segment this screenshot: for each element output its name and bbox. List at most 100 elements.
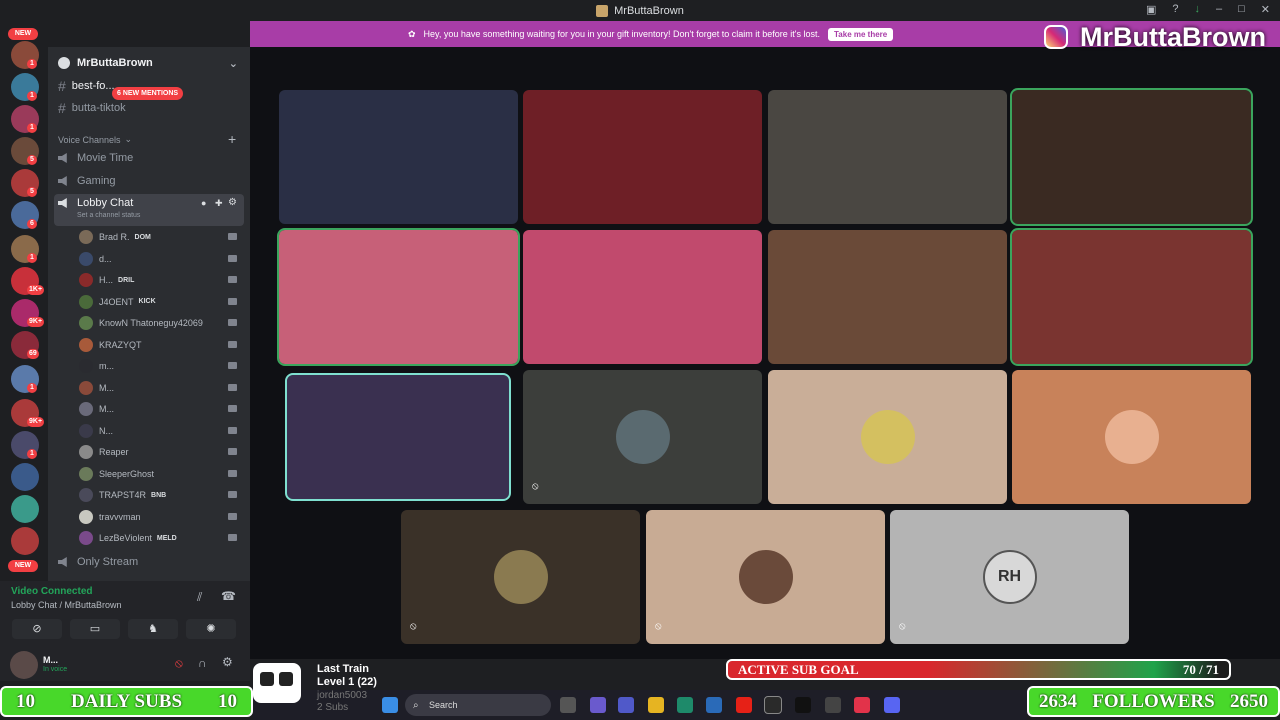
settings-gear-icon[interactable]: ⚙	[222, 655, 233, 669]
voice-member[interactable]: Reaper	[79, 442, 241, 462]
noise-suppression-icon[interactable]: ⫽	[197, 590, 202, 605]
server-badge: 1K+	[27, 285, 45, 295]
screen-share-button[interactable]: ▭	[70, 619, 120, 639]
app-icon	[596, 4, 609, 17]
member-name: M...	[99, 382, 114, 393]
voice-member[interactable]: SleeperGhost	[79, 464, 241, 484]
channel-best[interactable]: # best-fo...	[58, 78, 115, 94]
voice-member[interactable]: d...	[79, 249, 241, 269]
video-tile[interactable]	[277, 228, 520, 366]
gear-icon[interactable]: ⚙	[228, 197, 237, 208]
train-title: Last Train	[317, 663, 369, 675]
video-tile[interactable]	[523, 90, 762, 224]
video-tile[interactable]	[1010, 228, 1253, 366]
task-view-icon[interactable]	[560, 697, 576, 713]
minimize-button[interactable]: –	[1216, 3, 1222, 16]
taskbar-search[interactable]: ⌕ Search	[405, 694, 551, 716]
maximize-button[interactable]: □	[1238, 3, 1245, 16]
video-tile[interactable]	[1012, 370, 1251, 504]
app-icon-red[interactable]	[854, 697, 870, 713]
new-pill[interactable]: NEW	[8, 560, 38, 572]
voice-channel-gaming[interactable]: Gaming	[58, 175, 116, 187]
member-name: m...	[99, 361, 114, 371]
voice-member[interactable]: KnowN Thatoneguy42069	[79, 313, 241, 333]
video-tile[interactable]: RH ⦸	[890, 510, 1129, 644]
video-tile[interactable]	[523, 230, 762, 364]
video-tile[interactable]: ⦸	[401, 510, 640, 644]
server-icon[interactable]	[11, 527, 39, 555]
sub-goal-label: ACTIVE SUB GOAL	[738, 661, 859, 677]
voice-member[interactable]: H... DRIL	[79, 270, 241, 290]
close-button[interactable]: ✕	[1261, 3, 1270, 16]
copilot-icon[interactable]	[590, 697, 606, 713]
camera-icon	[228, 448, 237, 455]
avatar	[79, 488, 93, 502]
voice-member[interactable]: Brad R. DOM	[79, 227, 241, 247]
youtube-icon[interactable]	[736, 697, 752, 713]
voice-channel-lobby-chat[interactable]: Lobby Chat	[58, 197, 133, 209]
video-tile[interactable]	[768, 230, 1007, 364]
video-tile[interactable]	[768, 90, 1007, 224]
channel-butta-tiktok[interactable]: # butta-tiktok	[58, 100, 126, 116]
server-name: MrButtaBrown	[77, 57, 153, 69]
member-name: KRAZYQT	[99, 339, 142, 350]
server-icon[interactable]	[11, 463, 39, 491]
chat-icon[interactable]: ●	[201, 198, 206, 208]
voice-channel-only-stream[interactable]: Only Stream	[58, 556, 138, 568]
store-icon[interactable]	[706, 697, 722, 713]
voice-member[interactable]: TRAPST4R BNB	[79, 485, 241, 505]
download-icon[interactable]: ↓	[1195, 3, 1201, 16]
server-header[interactable]: MrButtaBrown ⌄	[48, 47, 250, 79]
help-icon[interactable]: ?	[1172, 3, 1178, 16]
camera-off-button[interactable]: ⊘	[12, 619, 62, 639]
mic-muted-icon[interactable]: ⦸	[175, 656, 183, 671]
server-badge: 69	[27, 349, 39, 359]
soundboard-button[interactable]: ✺	[186, 619, 236, 639]
inbox-icon[interactable]: ▣	[1146, 3, 1156, 16]
server-badge: 9K+	[27, 317, 45, 327]
member-name: SleeperGhost	[99, 468, 155, 479]
edge-icon[interactable]	[677, 697, 693, 713]
voice-member[interactable]: N...	[79, 421, 241, 441]
voice-member[interactable]: J4OENT KICK	[79, 292, 241, 312]
new-pill[interactable]: NEW	[8, 28, 38, 40]
voice-member[interactable]: travvvman	[79, 507, 241, 527]
video-tile[interactable]	[768, 370, 1007, 504]
member-name: KnowN Thatoneguy42069	[99, 318, 203, 328]
teams-icon[interactable]	[618, 697, 634, 713]
activity-button[interactable]: ♞	[128, 619, 178, 639]
file-explorer-icon[interactable]	[648, 697, 664, 713]
terminal-icon[interactable]	[764, 696, 782, 714]
camera-icon	[228, 405, 237, 412]
voice-channel-movie-time[interactable]: Movie Time	[58, 152, 133, 164]
voice-location[interactable]: Lobby Chat / MrButtaBrown	[11, 600, 122, 610]
discord-icon[interactable]	[884, 697, 900, 713]
channel-status[interactable]: Set a channel status	[77, 212, 140, 219]
new-mentions-pill[interactable]: 6 NEW MENTIONS	[112, 87, 184, 100]
video-tile[interactable]	[279, 90, 518, 224]
chevron-down-icon[interactable]: ⌄	[229, 57, 238, 70]
voice-member[interactable]: M...	[79, 378, 241, 398]
video-tile[interactable]	[285, 373, 511, 501]
invite-icon[interactable]: ✚	[215, 198, 223, 209]
tiktok-icon[interactable]	[795, 697, 811, 713]
voice-member[interactable]: M...	[79, 399, 241, 419]
video-tile[interactable]	[1010, 88, 1253, 226]
avatar[interactable]	[10, 651, 38, 679]
server-icon[interactable]	[11, 495, 39, 523]
voice-member[interactable]: KRAZYQT	[79, 335, 241, 355]
member-name: Reaper	[99, 447, 129, 457]
voice-member[interactable]: LezBeViolent MELD	[79, 528, 241, 548]
video-tile[interactable]: ⦸	[523, 370, 762, 504]
daily-subs-counter: 10 DAILY SUBS 10	[0, 686, 253, 717]
take-me-there-button[interactable]: Take me there	[828, 27, 894, 41]
add-channel-icon[interactable]: +	[228, 131, 236, 147]
headphones-icon[interactable]: ∩	[198, 656, 207, 670]
voice-member[interactable]: m...	[79, 356, 241, 376]
video-tile[interactable]: ⦸	[646, 510, 885, 644]
avatar	[79, 423, 93, 438]
obs-icon[interactable]	[825, 697, 841, 713]
voice-category[interactable]: Voice Channels ⌄	[58, 134, 132, 145]
speaker-icon	[58, 153, 67, 163]
disconnect-icon[interactable]: ☎	[221, 589, 236, 603]
